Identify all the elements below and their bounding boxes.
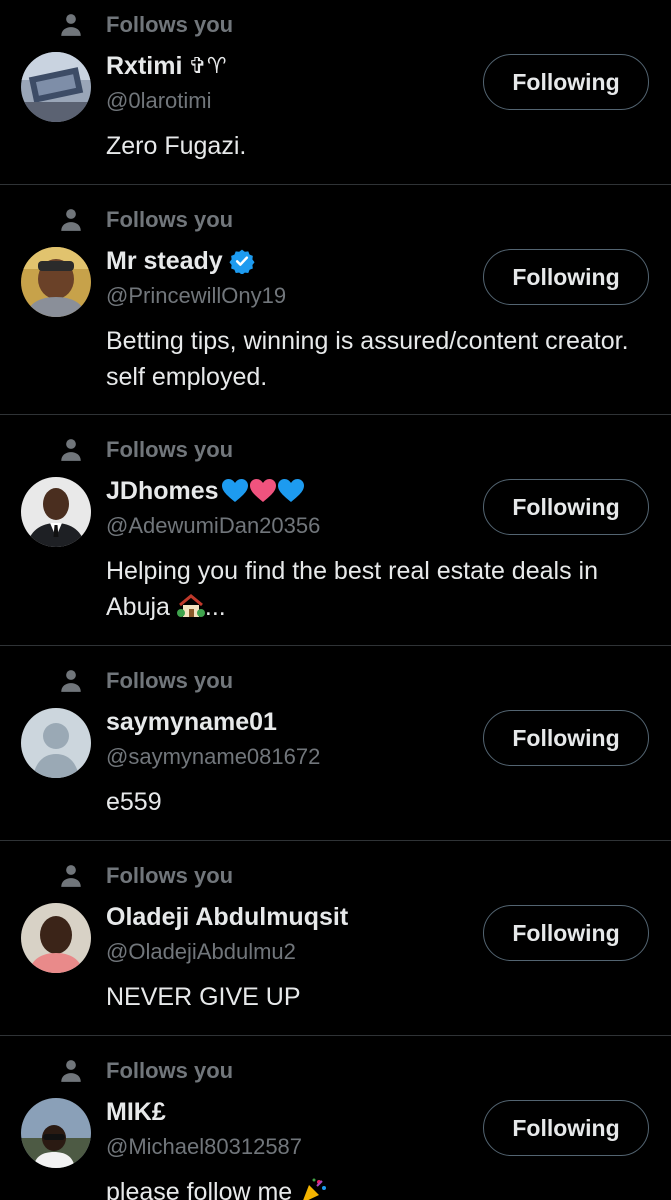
- follows-you-row: Follows you: [58, 205, 233, 235]
- avatar[interactable]: [21, 247, 91, 317]
- person-icon: [61, 1060, 81, 1082]
- follows-you-row: Follows you: [58, 435, 233, 465]
- follows-you-label: Follows you: [106, 1058, 234, 1083]
- display-name-row[interactable]: Mr steady: [106, 243, 255, 279]
- display-name-row[interactable]: saymyname01: [106, 704, 277, 740]
- following-button[interactable]: Following: [483, 905, 649, 961]
- person-icon: [61, 439, 81, 461]
- display-name[interactable]: saymyname01: [106, 708, 277, 737]
- user-bio: Zero Fugazi.: [106, 132, 247, 160]
- user-handle[interactable]: @PrincewillOny19: [106, 283, 286, 309]
- user-bio: Betting tips, winning is assured/content…: [106, 327, 629, 391]
- display-name-symbols: ✞♈: [188, 53, 227, 78]
- user-cell-rxtimi[interactable]: Follows you Rxtimi ✞♈ @0larotimi Zero Fu…: [0, 0, 671, 185]
- avatar[interactable]: [21, 1098, 91, 1168]
- display-name-row[interactable]: Rxtimi ✞♈: [106, 48, 227, 84]
- avatar[interactable]: [21, 477, 91, 547]
- user-cell-mike[interactable]: Follows you MIK£ @Michael80312587 please…: [0, 1046, 671, 1200]
- follows-you-label: Follows you: [106, 12, 234, 37]
- following-button[interactable]: Following: [483, 54, 649, 110]
- user-cell-mr-steady[interactable]: Follows you Mr steady @PrincewillOny19 B…: [0, 195, 671, 415]
- user-handle[interactable]: @Michael80312587: [106, 1134, 302, 1160]
- follows-you-label: Follows you: [106, 863, 234, 888]
- display-name[interactable]: Mr steady: [106, 247, 223, 276]
- user-cell-jdhomes[interactable]: Follows you JDhomes @AdewumiDan20356 Hel…: [0, 425, 671, 646]
- following-button[interactable]: Following: [483, 479, 649, 535]
- display-name[interactable]: JDhomes: [106, 477, 219, 506]
- display-name-row[interactable]: MIK£: [106, 1094, 166, 1130]
- display-name-row[interactable]: Oladeji Abdulmuqsit: [106, 899, 348, 935]
- avatar[interactable]: [21, 903, 91, 973]
- user-handle[interactable]: @saymyname081672: [106, 744, 320, 770]
- house-with-garden-icon: [176, 594, 205, 617]
- follows-you-label: Follows you: [106, 437, 234, 462]
- user-bio: please follow me: [106, 1174, 646, 1200]
- display-name-row[interactable]: JDhomes: [106, 473, 305, 509]
- follows-you-row: Follows you: [58, 666, 233, 696]
- user-bio: e559: [106, 788, 162, 816]
- party-popper-icon: [303, 1178, 327, 1200]
- follows-you-label: Follows you: [106, 207, 234, 232]
- user-cell-saymyname01[interactable]: Follows you saymyname01 @saymyname081672…: [0, 656, 671, 841]
- user-bio: NEVER GIVE UP: [106, 983, 301, 1011]
- following-button[interactable]: Following: [483, 1100, 649, 1156]
- person-icon: [61, 209, 81, 231]
- default-avatar[interactable]: [21, 708, 91, 778]
- person-icon: [61, 865, 81, 887]
- display-name[interactable]: Oladeji Abdulmuqsit: [106, 903, 348, 932]
- verified-badge-icon: [229, 249, 255, 274]
- user-handle[interactable]: @0larotimi: [106, 88, 211, 114]
- avatar[interactable]: [21, 52, 91, 122]
- following-button[interactable]: Following: [483, 249, 649, 305]
- display-name[interactable]: Rxtimi: [106, 52, 182, 81]
- user-cell-oladeji[interactable]: Follows you Oladeji Abdulmuqsit @Oladeji…: [0, 851, 671, 1036]
- person-icon: [61, 670, 81, 692]
- display-name[interactable]: MIK£: [106, 1098, 166, 1127]
- user-handle[interactable]: @AdewumiDan20356: [106, 513, 320, 539]
- person-icon: [61, 14, 81, 36]
- user-handle[interactable]: @OladejiAbdulmu2: [106, 939, 296, 965]
- followers-list: Follows you Rxtimi ✞♈ @0larotimi Zero Fu…: [0, 0, 671, 1200]
- hearts-emoji-icon: [221, 479, 304, 502]
- follows-you-row: Follows you: [58, 1056, 233, 1086]
- follows-you-row: Follows you: [58, 10, 233, 40]
- follows-you-row: Follows you: [58, 861, 233, 891]
- follows-you-label: Follows you: [106, 668, 234, 693]
- user-bio: Helping you find the best real estate de…: [106, 557, 598, 621]
- following-button[interactable]: Following: [483, 710, 649, 766]
